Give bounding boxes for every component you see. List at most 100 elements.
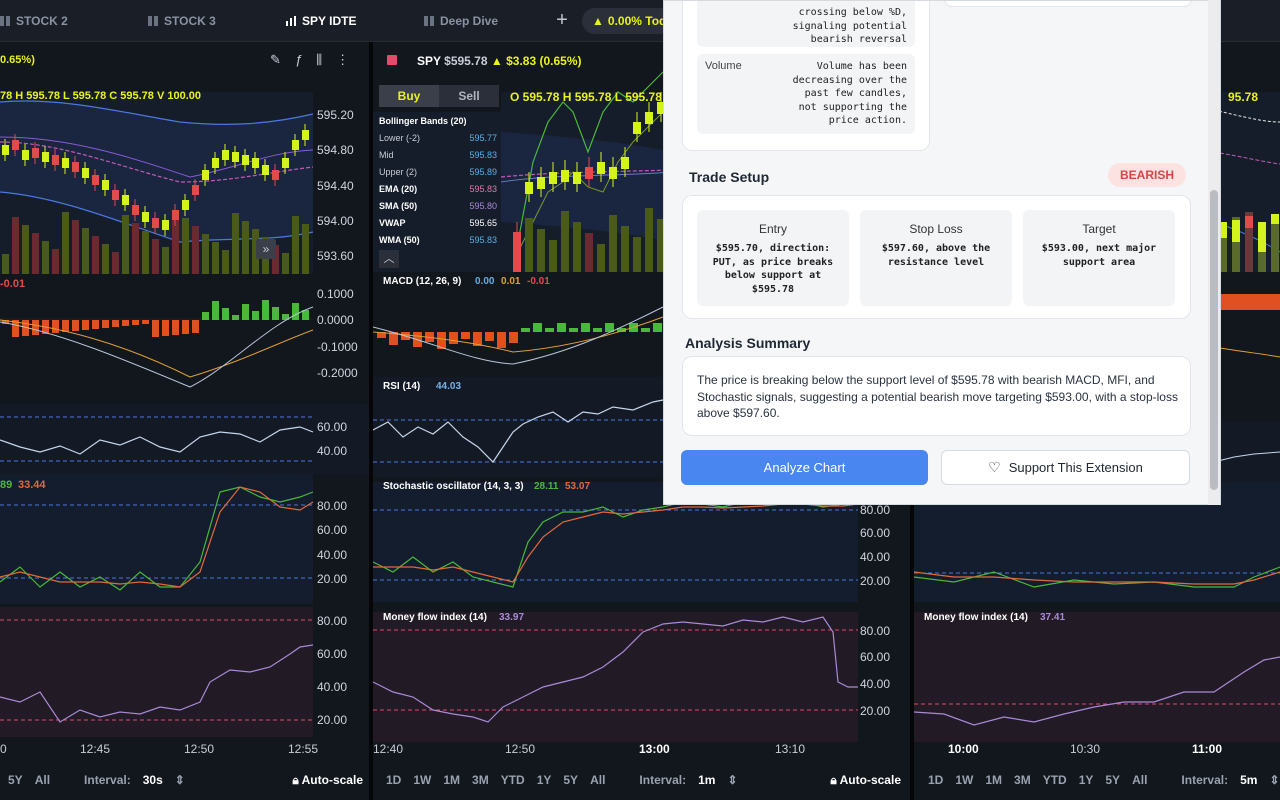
support-extension-button[interactable]: ♡ Support This Extension [941,450,1190,485]
symbol-change: $3.83 (0.65%) [506,54,582,68]
range-5y[interactable]: 5Y [1105,773,1120,787]
volume-bar [192,226,199,274]
range-5y[interactable]: 5Y [8,773,23,787]
candles-icon[interactable]: ⫼ [316,52,322,68]
stoch-tick: 80.00 [860,503,891,517]
lock-icon: 🔒︎ [830,772,837,787]
tab-deep-dive[interactable]: Deep Dive [424,0,498,42]
autoscale-label: Auto-scale [301,772,363,787]
today-change-pill[interactable]: ▲ 0.00% Today [582,8,672,34]
range-1m[interactable]: 1M [985,773,1002,787]
range-1w[interactable]: 1W [413,773,431,787]
macd-histogram-bar [222,308,229,320]
macd-histogram-bar [509,332,518,343]
range-1m[interactable]: 1M [443,773,460,787]
rsi-label: RSI (14) [383,381,421,392]
autoscale-label: Auto-scale [839,772,901,787]
volume-bar [52,249,59,274]
range-1w[interactable]: 1W [955,773,973,787]
macd-histogram-bar [82,320,89,330]
candle-body [2,145,9,155]
volume-bar [212,242,219,274]
range-ytd[interactable]: YTD [501,773,525,787]
range-1y[interactable]: 1Y [537,773,552,787]
updown-icon[interactable]: ⇕ [175,773,185,787]
indicator-name: VWAP [379,218,406,228]
symbol-price: $595.78 [444,54,488,68]
mfi-tick: 80.00 [317,614,348,628]
brush-icon[interactable]: ✎ [270,52,281,68]
expand-icon[interactable]: » [256,239,276,259]
add-tab-icon[interactable]: + [552,8,572,32]
candle-body [132,205,139,215]
analysis-summary-text: The price is breaking below the support … [697,373,1178,420]
interval-value[interactable]: 30s [143,773,163,787]
analyze-chart-button[interactable]: Analyze Chart [681,450,928,485]
indicator-legend-row[interactable]: Mid 595.83 [379,150,497,166]
sell-button[interactable]: Sell [439,85,499,107]
autoscale-toggle[interactable]: 🔒︎ Auto-scale [292,773,363,788]
candle-body [302,130,309,140]
up-triangle-icon: ▲ [592,14,604,28]
indicator-legend-row[interactable]: Upper (2) 595.89 [379,167,497,183]
grid-icon [0,16,10,26]
range-1d[interactable]: 1D [928,773,943,787]
interval-value[interactable]: 1m [698,773,715,787]
indicator-legend-row[interactable]: Bollinger Bands (20) [379,116,497,132]
range-all[interactable]: All [1132,773,1147,787]
interval-value[interactable]: 5m [1240,773,1257,787]
left-bottom-bar: 5Y All Interval: 30s ⇕ 🔒︎ Auto-scale [8,763,363,797]
range-3m[interactable]: 3M [1014,773,1031,787]
range-all[interactable]: All [590,773,605,787]
function-icon[interactable]: ƒ [295,52,302,68]
range-5y[interactable]: 5Y [563,773,578,787]
indicator-legend-row[interactable]: WMA (50) 595.83 [379,235,497,251]
stoch-k-value: 28.11 [534,481,559,492]
autoscale-toggle[interactable]: 🔒︎ Auto-scale [830,773,901,788]
series-color-swatch[interactable] [387,55,397,65]
rsi-tick: 60.00 [317,420,348,434]
trade-setup-title: Trade Setup [689,169,770,185]
indicator-value: 595.65 [469,218,497,228]
candle-body [212,158,219,168]
candle-body [12,140,19,150]
indicator-legend-row[interactable]: EMA (20) 595.83 [379,184,497,200]
bearish-badge: BEARISH [1108,163,1186,187]
indicator-legend-row[interactable]: SMA (50) 595.80 [379,201,497,217]
updown-icon[interactable]: ⇕ [727,773,737,787]
indicator-legend-row[interactable]: Lower (-2) 595.77 [379,133,497,149]
volume-bar [222,250,229,274]
mfi-value: 33.97 [499,612,525,623]
macd-histogram-bar [92,320,99,329]
volume-bar [645,208,653,272]
candle-body [202,170,209,180]
chart-panel-left[interactable]: 0.65%) 78 H 595.78 L 595.78 C 595.78 V 1… [0,42,369,800]
popup-scroll-thumb[interactable] [1210,190,1218,490]
range-1d[interactable]: 1D [386,773,401,787]
candle-body [232,152,239,162]
macd-histogram-bar [292,303,299,320]
collapse-legend-icon[interactable]: ︿ [379,250,399,268]
stoch-tick: 60.00 [317,523,348,537]
range-3m[interactable]: 3M [472,773,489,787]
candle-body [252,158,259,168]
volume-bar [525,218,533,272]
buy-button[interactable]: Buy [379,85,439,107]
range-1y[interactable]: 1Y [1079,773,1094,787]
indicator-legend-row[interactable]: VWAP 595.65 [379,218,497,234]
volume-bar [561,211,569,272]
more-icon[interactable]: ⋮ [336,52,349,68]
volume-bar [2,254,9,274]
tab-stock-2[interactable]: STOCK 2 [0,0,68,42]
macd-histogram-bar [162,320,169,336]
volume-bar [182,218,189,274]
volume-bar [132,223,139,274]
tab-spy-idte[interactable]: SPY IDTE [286,0,356,42]
macd-histogram-bar [62,320,69,332]
volume-bar [92,236,99,274]
candle-body [152,218,159,228]
range-all[interactable]: All [35,773,50,787]
range-ytd[interactable]: YTD [1043,773,1067,787]
tab-stock-3[interactable]: STOCK 3 [148,0,216,42]
updown-icon[interactable]: ⇕ [1269,773,1279,787]
